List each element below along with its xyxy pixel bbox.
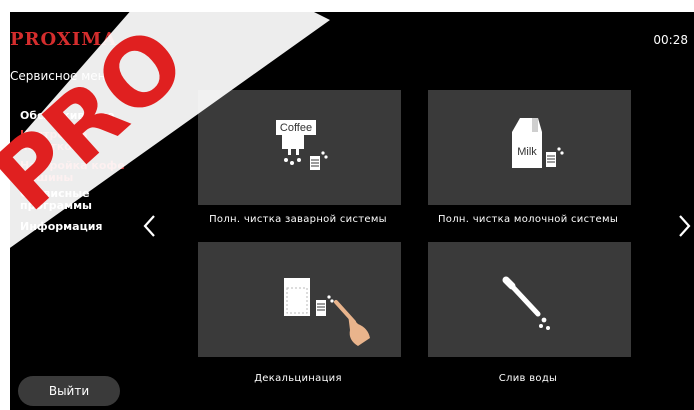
exit-button[interactable]: Выйти bbox=[18, 376, 120, 406]
caption-decalcination: Декальцинация bbox=[254, 373, 342, 384]
tile-water-drain[interactable] bbox=[428, 242, 631, 357]
sidebar-item-machine-settings[interactable]: Настройка кофе машины bbox=[20, 160, 140, 184]
tile-decalcination[interactable] bbox=[198, 242, 401, 357]
clock: 00:28 bbox=[653, 33, 688, 47]
milk-label: Milk bbox=[517, 146, 537, 158]
sidebar-item-service-programs[interactable]: Сервисные программы bbox=[20, 188, 140, 212]
water-drain-icon bbox=[502, 276, 550, 330]
milk-cleaning-icon: Milk bbox=[512, 118, 564, 168]
brand-logo: PROXIMA bbox=[10, 29, 118, 50]
sidebar-item-drink-settings[interactable]: Настройка напитков bbox=[20, 129, 140, 153]
service-screen: PROXIMA 00:28 Сервисное меню Обслуживани… bbox=[10, 12, 694, 410]
caption-brewing-cleaning: Полн. чистка заварной системы bbox=[209, 214, 387, 225]
chevron-left-icon[interactable] bbox=[142, 214, 156, 238]
caption-water-drain: Слив воды bbox=[498, 373, 558, 384]
menu-title: Сервисное меню bbox=[10, 69, 116, 83]
tile-milk-cleaning[interactable]: Milk bbox=[428, 90, 631, 205]
chevron-right-icon[interactable] bbox=[678, 214, 692, 238]
coffee-label: Coffee bbox=[280, 122, 312, 134]
decalcination-icon bbox=[284, 278, 370, 346]
coffee-cleaning-icon: Coffee bbox=[276, 120, 328, 170]
tile-brewing-cleaning[interactable]: Coffee bbox=[198, 90, 401, 205]
caption-milk-cleaning: Полн. чистка молочной системы bbox=[437, 214, 619, 225]
sidebar-item-maintenance[interactable]: Обслуживание bbox=[20, 110, 140, 122]
sidebar-item-information[interactable]: Информация bbox=[20, 221, 140, 233]
